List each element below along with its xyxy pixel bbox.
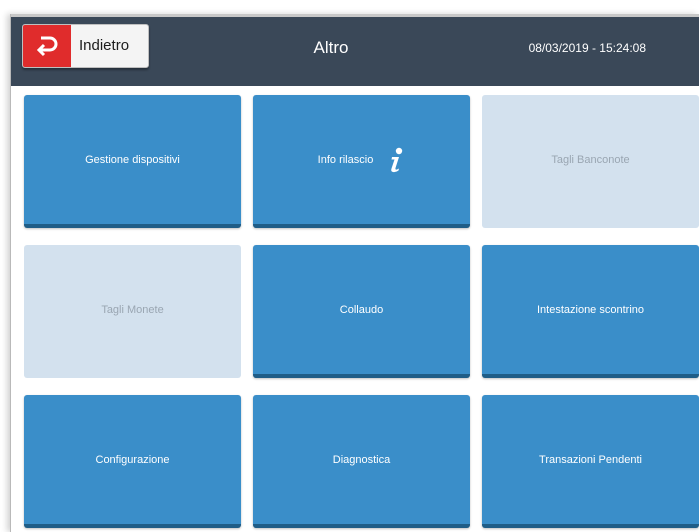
tile-info-rilascio[interactable]: Info rilascio	[253, 95, 470, 228]
tile-label: Transazioni Pendenti	[539, 453, 642, 466]
tile-tagli-banconote[interactable]: Tagli Banconote	[482, 95, 699, 228]
tile-intestazione-scontrino[interactable]: Intestazione scontrino	[482, 245, 699, 378]
tile-label: Collaudo	[339, 303, 384, 316]
tile-configurazione[interactable]: Configurazione	[24, 395, 241, 528]
header-bar: Indietro Altro 08/03/2019 - 15:24:08	[11, 14, 699, 86]
tile-label: Diagnostica	[332, 453, 391, 466]
info-icon	[387, 147, 405, 173]
tile-label: Tagli Monete	[101, 303, 164, 316]
tile-collaudo[interactable]: Collaudo	[253, 245, 470, 378]
tile-diagnostica[interactable]: Diagnostica	[253, 395, 470, 528]
tile-gestione-dispositivi[interactable]: Gestione dispositivi	[24, 95, 241, 228]
tile-label: Configurazione	[95, 453, 170, 466]
tile-label: Gestione dispositivi	[85, 153, 180, 166]
tile-transazioni-pendenti[interactable]: Transazioni Pendenti	[482, 395, 699, 528]
tile-label: Info rilascio	[317, 153, 374, 166]
tile-tagli-monete[interactable]: Tagli Monete	[24, 245, 241, 378]
tile-label: Intestazione scontrino	[536, 303, 644, 316]
tile-label: Tagli Banconote	[551, 153, 630, 166]
app-window: Indietro Altro 08/03/2019 - 15:24:08 Ges…	[10, 14, 699, 532]
datetime-display: 08/03/2019 - 15:24:08	[528, 41, 646, 55]
